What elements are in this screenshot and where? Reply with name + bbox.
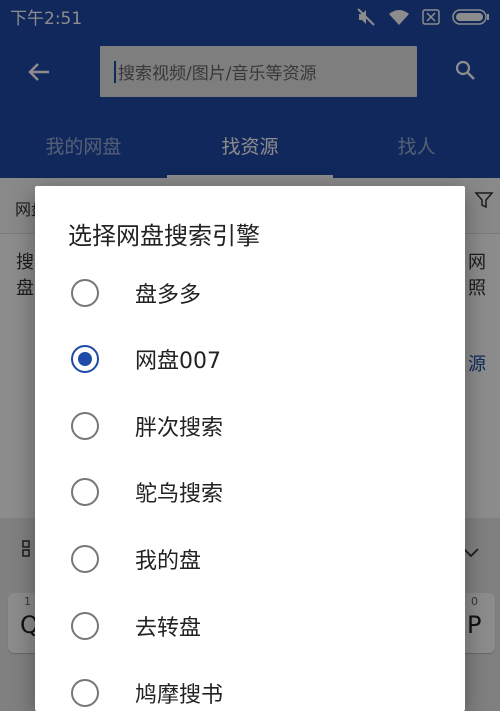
radio-unchecked-icon[interactable] bbox=[71, 478, 99, 506]
option-panduoduo[interactable]: 盘多多 bbox=[35, 260, 465, 326]
option-label: 鸠摩搜书 bbox=[135, 683, 224, 708]
option-tuoniao[interactable]: 鸵鸟搜索 bbox=[35, 459, 465, 525]
radio-unchecked-icon[interactable] bbox=[71, 412, 99, 440]
option-wangpan007[interactable]: 网盘007 bbox=[35, 326, 465, 392]
option-pangci[interactable]: 胖次搜索 bbox=[35, 393, 465, 459]
dialog-title: 选择网盘搜索引擎 bbox=[68, 222, 260, 250]
option-label: 鸵鸟搜索 bbox=[135, 482, 224, 507]
option-label: 去转盘 bbox=[135, 616, 202, 641]
option-label: 我的盘 bbox=[135, 549, 202, 574]
search-engine-dialog: 选择网盘搜索引擎 盘多多 网盘007 胖次搜索 鸵鸟搜索 我的盘 去转盘 鸠摩搜… bbox=[35, 186, 465, 711]
option-jiumo[interactable]: 鸠摩搜书 bbox=[35, 660, 465, 711]
option-wodepan[interactable]: 我的盘 bbox=[35, 526, 465, 592]
option-label: 胖次搜索 bbox=[135, 416, 224, 441]
option-label: 盘多多 bbox=[135, 283, 202, 308]
radio-unchecked-icon[interactable] bbox=[71, 679, 99, 707]
option-quzhuanpan[interactable]: 去转盘 bbox=[35, 593, 465, 659]
radio-checked-icon[interactable] bbox=[71, 345, 99, 373]
radio-unchecked-icon[interactable] bbox=[71, 279, 99, 307]
radio-unchecked-icon[interactable] bbox=[71, 612, 99, 640]
option-label: 网盘007 bbox=[135, 349, 221, 374]
radio-unchecked-icon[interactable] bbox=[71, 545, 99, 573]
